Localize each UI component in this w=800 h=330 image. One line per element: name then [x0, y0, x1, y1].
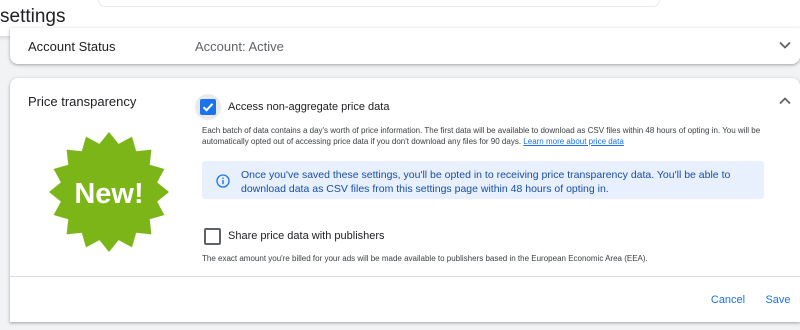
account-status-panel[interactable]: Account Status Account: Active: [10, 28, 800, 64]
checkbox-checked[interactable]: [200, 99, 216, 115]
divider: [10, 276, 800, 277]
access-price-data-description: Each batch of data contains a day's wort…: [202, 125, 762, 147]
access-price-data-label: Access non-aggregate price data: [228, 101, 390, 113]
new-badge-icon: New!: [49, 132, 169, 252]
price-transparency-title: Price transparency: [28, 94, 137, 109]
price-transparency-panel: Price transparency New! Access non-aggre…: [10, 78, 800, 322]
share-price-data-label: Share price data with publishers: [228, 230, 385, 242]
account-status-value: Account: Active: [195, 39, 284, 54]
page-title: settings: [0, 6, 66, 27]
chevron-down-icon[interactable]: [778, 38, 792, 52]
cancel-button[interactable]: Cancel: [698, 290, 758, 310]
description-text: Each batch of data contains a day's wort…: [202, 126, 761, 146]
info-message: Once you've saved these settings, you'll…: [241, 169, 731, 195]
new-badge-text: New!: [74, 178, 143, 210]
share-price-data-description: The exact amount you're billed for your …: [202, 254, 648, 263]
account-status-label: Account Status: [28, 39, 116, 54]
share-price-data-checkbox[interactable]: [204, 228, 221, 245]
info-icon: [216, 174, 230, 188]
save-button[interactable]: Save: [760, 290, 796, 310]
access-price-data-checkbox[interactable]: [195, 94, 221, 120]
info-banner: Once you've saved these settings, you'll…: [202, 161, 764, 199]
check-icon: [202, 103, 214, 112]
top-search-field[interactable]: [98, 0, 660, 7]
learn-more-link[interactable]: Learn more about price data: [523, 137, 624, 146]
chevron-up-icon[interactable]: [778, 94, 792, 108]
